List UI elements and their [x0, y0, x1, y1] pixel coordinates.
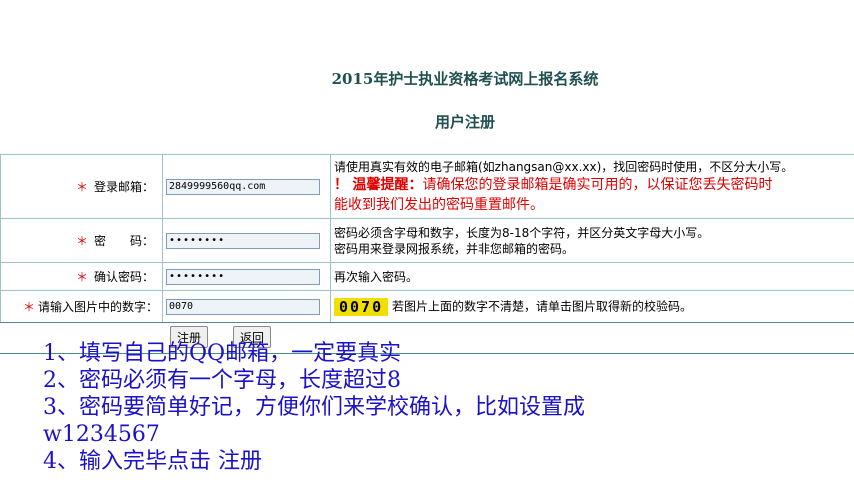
instruction-notes: 1、填写自己的QQ邮箱，一定要真实 2、密码必须有一个字母，长度超过8 3、密码… [43, 340, 585, 475]
required-mark: ＊ [75, 270, 88, 284]
password-help-text-2: 密码用来登录网报系统，并非您邮箱的密码。 [334, 241, 575, 256]
confirm-help-text: 再次输入密码。 [334, 269, 419, 284]
required-mark: ＊ [75, 180, 88, 194]
confirm-help-cell: 再次输入密码。 [330, 262, 854, 291]
email-field-cell [162, 154, 331, 219]
password-label-cell: ＊ 密 码： [0, 218, 163, 263]
required-mark: ＊ [22, 300, 35, 314]
email-input[interactable] [166, 178, 320, 195]
confirm-password-input[interactable] [166, 268, 320, 285]
password-label: 密 码： [93, 234, 154, 248]
password-input[interactable] [166, 232, 320, 249]
captcha-image[interactable]: 0070 [334, 297, 389, 316]
captcha-field-cell [162, 290, 331, 323]
registration-form: ＊ 登录邮箱： 请使用真实有效的电子邮箱(如zhangsan@xx.xx)，找回密… [0, 154, 854, 323]
warning-mark: ！ [334, 176, 348, 193]
email-warning: ！ 温馨提醒：请确保您的登录邮箱是确实可用的，以保证您丢失密码时 [334, 175, 854, 195]
note-item: 3、密码要简单好记，方便你们来学校确认，比如设置成 [43, 395, 585, 420]
confirm-field-cell [162, 262, 331, 291]
warning-text: 请确保您的登录邮箱是确实可用的，以保证您丢失密码时 [422, 176, 773, 193]
note-item: 2、密码必须有一个字母，长度超过8 [43, 368, 401, 393]
email-label-cell: ＊ 登录邮箱： [0, 154, 163, 219]
email-help-text: 请使用真实有效的电子邮箱(如zhangsan@xx.xx)，找回密码时使用，不区… [334, 159, 794, 174]
email-row: ＊ 登录邮箱： 请使用真实有效的电子邮箱(如zhangsan@xx.xx)，找回密… [0, 154, 854, 219]
email-label: 登录邮箱： [93, 180, 154, 194]
page-title: 用户注册 [434, 113, 495, 131]
confirm-label: 确认密码： [93, 270, 154, 284]
password-help-text-1: 密码必须含字母和数字，长度为8-18个字符，并区分英文字母大小写。 [334, 225, 710, 240]
site-title: 2015年护士执业资格考试网上报名系统 [331, 70, 599, 88]
required-mark: ＊ [75, 234, 88, 248]
captcha-label-cell: ＊请输入图片中的数字： [0, 290, 163, 323]
password-help-cell: 密码必须含字母和数字，长度为8-18个字符，并区分英文字母大小写。 密码用来登录… [330, 218, 854, 263]
note-item: 4、输入完毕点击 注册 [43, 449, 262, 474]
email-warning-line2: 能收到我们发出的密码重置邮件。 [334, 196, 544, 213]
confirm-row: ＊ 确认密码： 再次输入密码。 [0, 262, 854, 291]
warning-title: 温馨提醒： [352, 176, 423, 193]
note-item: 1、填写自己的QQ邮箱，一定要真实 [43, 341, 402, 366]
captcha-help-cell: 0070 若图片上面的数字不清楚，请单击图片取得新的校验码。 [330, 290, 854, 323]
captcha-row: ＊请输入图片中的数字： 0070 若图片上面的数字不清楚，请单击图片取得新的校验… [0, 290, 854, 323]
confirm-label-cell: ＊ 确认密码： [0, 262, 163, 291]
note-item: w1234567 [43, 422, 160, 447]
captcha-help-text: 若图片上面的数字不清楚，请单击图片取得新的校验码。 [391, 299, 692, 313]
password-field-cell [162, 218, 331, 263]
password-row: ＊ 密 码： 密码必须含字母和数字，长度为8-18个字符，并区分英文字母大小写。 … [0, 218, 854, 263]
captcha-input[interactable] [166, 298, 320, 315]
email-help-cell: 请使用真实有效的电子邮箱(如zhangsan@xx.xx)，找回密码时使用，不区… [330, 154, 854, 219]
captcha-label: 请输入图片中的数字： [37, 300, 158, 314]
